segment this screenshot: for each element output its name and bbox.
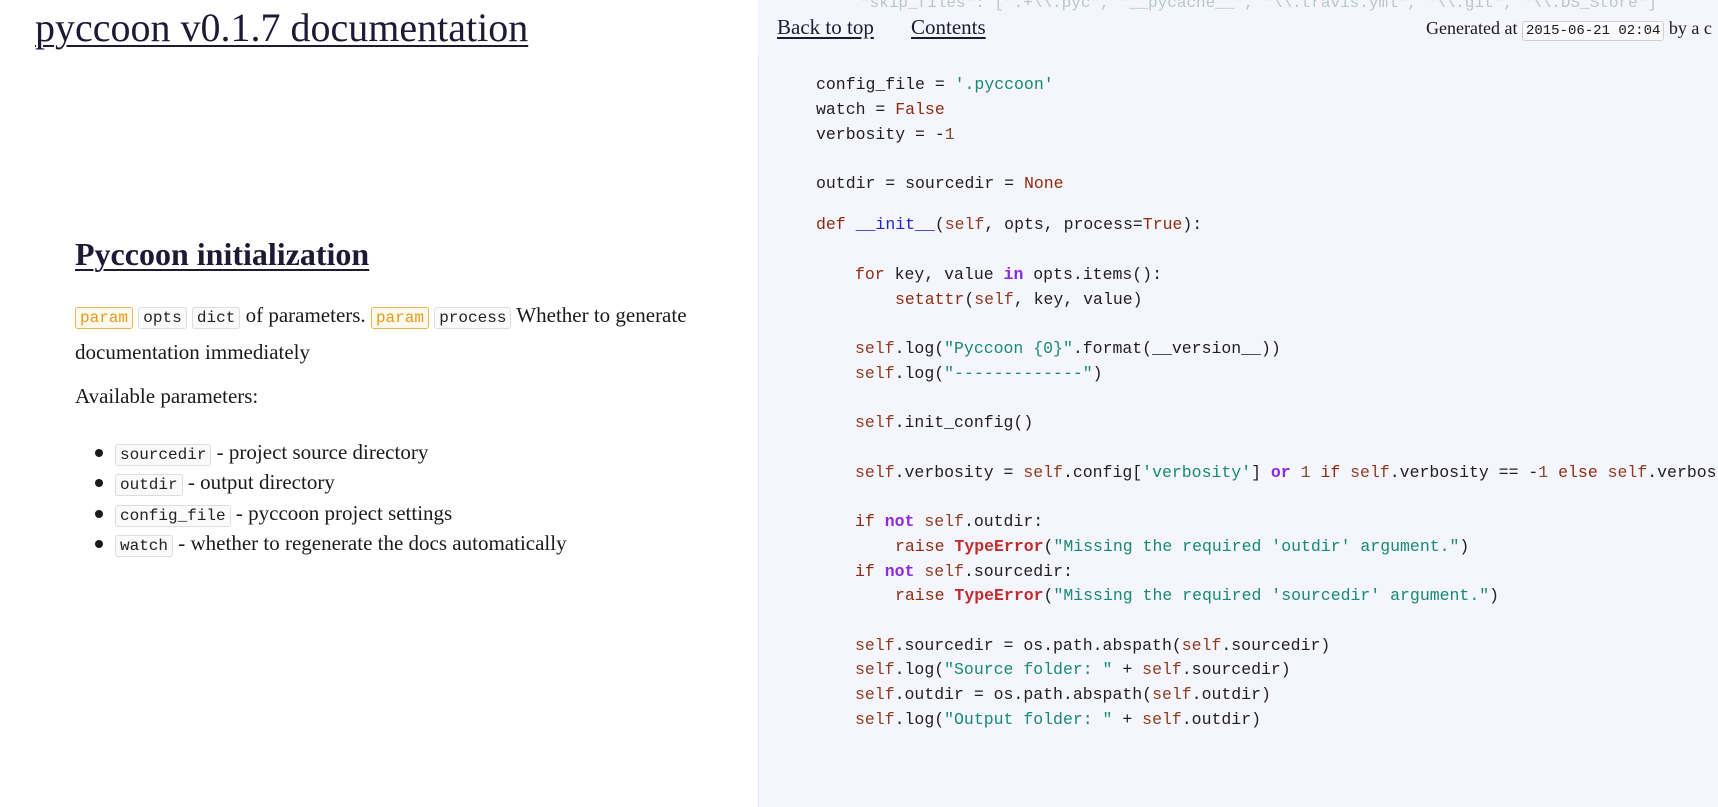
list-item: outdir - output directory [95,467,567,497]
docs-pane: pyccoon v0.1.7 documentation Pyccoon ini… [0,0,758,807]
section-title-link[interactable]: Pyccoon initialization [75,236,369,273]
contents-link[interactable]: Contents [911,15,986,40]
param-name: watch [115,534,174,557]
bullet-icon [95,479,103,488]
parameter-list: sourcedir - project source directory out… [95,437,567,558]
section-description: param opts dict of parameters. param pro… [75,298,745,369]
param-name: config_file [115,504,231,527]
param-type-dict: dict [191,307,241,329]
generated-info: Generated at 2015-06-21 02:04 by a c [1426,18,1712,41]
param-name: sourcedir [115,444,212,466]
generated-prefix: Generated at [1426,18,1518,38]
param-desc: - pyccoon project settings [235,500,453,525]
param-name-opts: opts [138,307,187,329]
code-line: self.init_config() [855,413,1034,432]
param-desc: - output directory [187,470,335,495]
page-title-link[interactable]: pyccoon v0.1.7 documentation [35,4,528,51]
code-line: watch = False [816,100,945,119]
list-item: watch - whether to regenerate the docs a… [95,528,567,558]
list-item: sourcedir - project source directory [95,437,567,467]
param-name: outdir [115,474,183,497]
param-tag: param [370,307,429,329]
code-line: outdir = sourcedir = None [816,174,1064,193]
param-desc-opts: of parameters. [245,303,366,327]
generated-suffix: by a c [1668,18,1712,38]
code-line: raise TypeError("Missing the required 'o… [895,537,1470,556]
param-name-process: process [434,307,512,329]
code-line: self.log("-------------") [855,364,1103,383]
code-line: self.log("Source folder: " + self.source… [855,660,1291,679]
generated-timestamp: 2015-06-21 02:04 [1521,21,1665,41]
code-line: raise TypeError("Missing the required 's… [895,586,1500,605]
param-desc: - project source directory [216,440,429,464]
param-desc: - whether to regenerate the docs automat… [178,530,567,555]
scrolled-code-line: "skip_files": [".+\\.pyc", "__pycache__"… [860,0,1657,12]
list-item: config_file - pyccoon project settings [95,498,567,528]
code-line: config_file = '.pyccoon' [816,75,1054,94]
bullet-icon [95,449,103,457]
code-line: self.log("Pyccoon {0}".format(__version_… [855,339,1281,358]
bullet-icon [95,509,103,518]
available-parameters-heading: Available parameters: [75,384,259,408]
code-line: def __init__(self, opts, process=True): [816,215,1203,234]
code-line: if not self.sourcedir: [855,562,1073,581]
back-to-top-link[interactable]: Back to top [777,15,874,40]
code-line: self.sourcedir = os.path.abspath(self.so… [855,636,1331,655]
code-line: self.log("Output folder: " + self.outdir… [855,710,1261,729]
code-line: setattr(self, key, value) [895,290,1143,309]
code-line: self.verbosity = self.config['verbosity'… [855,463,1717,482]
param-tag: param [75,307,134,329]
code-line: if not self.outdir: [855,512,1044,531]
code-line: verbosity = -1 [816,125,955,144]
bullet-icon [95,539,103,548]
code-line: for key, value in opts.items(): [855,265,1162,284]
code-line: self.outdir = os.path.abspath(self.outdi… [855,685,1271,704]
